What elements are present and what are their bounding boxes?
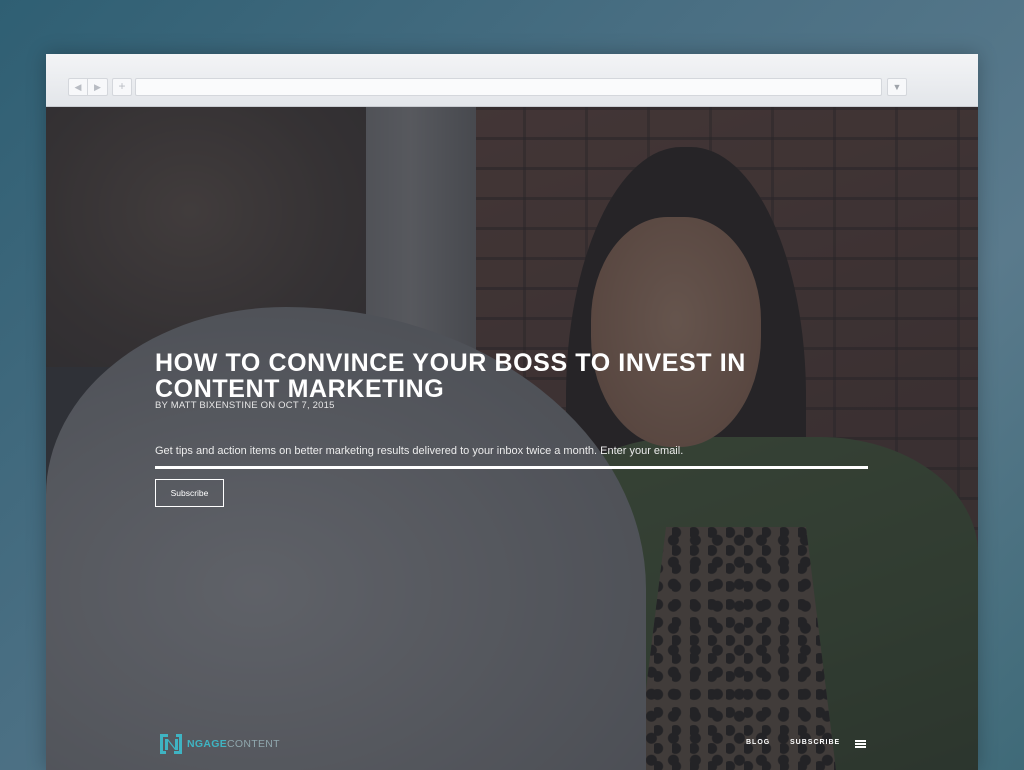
address-bar[interactable] [135, 78, 882, 96]
new-tab-button[interactable]: + [112, 78, 132, 96]
logo-text-content: CONTENT [227, 738, 280, 750]
back-button[interactable]: ◀ [68, 78, 88, 96]
page-title: HOW TO CONVINCE YOUR BOSS TO INVEST IN C… [155, 349, 746, 403]
subscribe-button[interactable]: Subscribe [155, 479, 224, 507]
site-logo[interactable]: NGAGECONTENT [158, 729, 280, 759]
web-page: HOW TO CONVINCE YOUR BOSS TO INVEST IN C… [46, 107, 978, 770]
nav-blog-link[interactable]: BLOG [746, 739, 770, 746]
hero-dark-overlay [46, 107, 978, 770]
hamburger-line [855, 743, 866, 745]
newsletter-tagline: Get tips and action items on better mark… [155, 445, 684, 457]
forward-button[interactable]: ▶ [88, 78, 108, 96]
plus-icon: + [118, 79, 126, 93]
post-byline: BY MATT BIXENSTINE ON OCT 7, 2015 [155, 400, 335, 411]
logo-text-ngage: NGAGE [187, 738, 228, 750]
browser-menu-button[interactable]: ▼ [887, 78, 907, 96]
email-field[interactable] [155, 466, 868, 469]
hamburger-line [855, 740, 866, 742]
forward-arrow-icon: ▶ [94, 82, 101, 92]
logo-wordmark: NGAGECONTENT [187, 738, 280, 750]
back-arrow-icon: ◀ [74, 82, 82, 92]
browser-toolbar: ◀ ▶ + ▼ [46, 54, 978, 107]
ngage-logo-icon [158, 730, 184, 758]
chevron-down-icon: ▼ [892, 82, 902, 92]
hamburger-line [855, 746, 866, 748]
hamburger-icon[interactable] [855, 740, 866, 748]
nav-subscribe-link[interactable]: SUBSCRIBE [790, 739, 840, 746]
browser-window: ◀ ▶ + ▼ HOW TO CONVINCE YOUR BOSS TO INV… [46, 54, 978, 770]
